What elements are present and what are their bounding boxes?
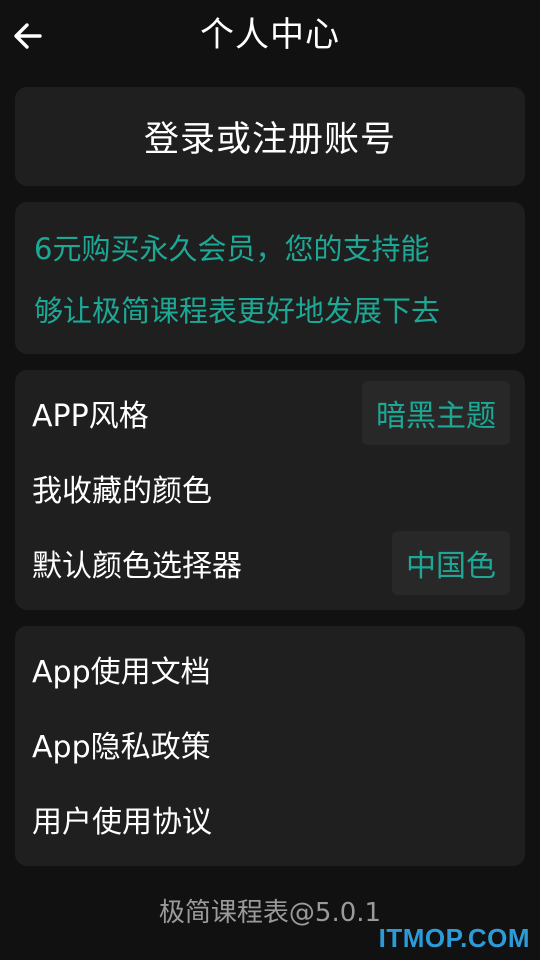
app-docs-label: App使用文档 — [32, 655, 211, 690]
page-title: 个人中心 — [200, 15, 340, 55]
user-agreement-row[interactable]: 用户使用协议 — [15, 789, 525, 849]
privacy-policy-row[interactable]: App隐私政策 — [15, 714, 525, 774]
default-color-picker-row[interactable]: 默认颜色选择器 中国色 — [15, 531, 525, 595]
watermark: ITMOP.COM — [378, 923, 530, 953]
favorite-colors-label: 我收藏的颜色 — [32, 474, 212, 509]
app-docs-row[interactable]: App使用文档 — [15, 639, 525, 699]
privacy-policy-label: App隐私政策 — [32, 730, 211, 765]
app-style-row[interactable]: APP风格 暗黑主题 — [15, 381, 525, 445]
membership-promo-card[interactable] — [15, 202, 525, 354]
login-register-label: 登录或注册账号 — [143, 120, 396, 160]
app-style-label: APP风格 — [32, 399, 149, 434]
user-agreement-label: 用户使用协议 — [32, 805, 212, 840]
app-header: 个人中心 — [0, 0, 540, 72]
app-style-value[interactable]: 暗黑主题 — [362, 381, 510, 445]
favorite-colors-row[interactable]: 我收藏的颜色 — [15, 458, 525, 518]
promo-text-line1: 6元购买永久会员，您的支持能 — [34, 232, 430, 266]
login-register-button[interactable]: 登录或注册账号 — [15, 87, 525, 186]
promo-text-line2: 够让极简课程表更好地发展下去 — [34, 294, 441, 328]
default-color-picker-label: 默认颜色选择器 — [32, 549, 242, 584]
default-color-picker-value[interactable]: 中国色 — [392, 531, 510, 595]
